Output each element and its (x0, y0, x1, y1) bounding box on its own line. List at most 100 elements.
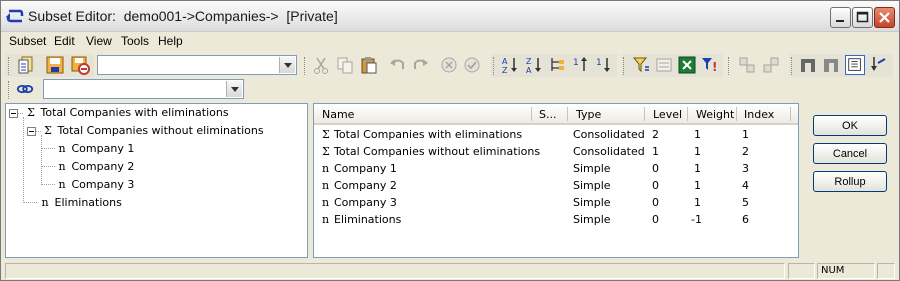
list-row[interactable]: n Eliminations Simple 0 -1 6 (314, 211, 798, 228)
menu-edit[interactable]: Edit (54, 34, 75, 48)
list-row[interactable]: Σ Total Companies without eliminations Co… (314, 143, 798, 160)
column-header-s[interactable]: S... (539, 108, 556, 121)
close-button[interactable] (874, 7, 895, 28)
sort-hierarchy-icon[interactable] (548, 55, 568, 75)
minimize-button[interactable] (830, 7, 851, 28)
row-weight: 1 (694, 196, 701, 209)
collapse-elements-icon[interactable] (761, 55, 781, 75)
delete-icon[interactable] (821, 55, 841, 75)
list-row[interactable]: Σ Total Companies with eliminations Conso… (314, 126, 798, 143)
list-row[interactable]: n Company 2 Simple 0 1 4 (314, 177, 798, 194)
toolbar-grip[interactable] (791, 57, 794, 75)
sort-alpha-asc-icon[interactable]: AZ (500, 55, 520, 75)
window-title: Subset Editor: demo001->Companies-> [Pri… (28, 8, 338, 24)
subset-name-combo[interactable] (97, 55, 297, 75)
tree-node-total-with-elims[interactable]: Σ Total Companies with eliminations (25, 106, 228, 122)
menu-tools[interactable]: Tools (121, 34, 149, 48)
cancel-button[interactable]: Cancel (813, 143, 887, 164)
row-type: Simple (573, 196, 611, 209)
toolbar-grip[interactable] (493, 57, 496, 75)
menu-help[interactable]: Help (158, 34, 183, 48)
rollup-button[interactable]: Rollup (813, 171, 887, 192)
keep-icon[interactable] (798, 55, 818, 75)
toolbar-grip[interactable] (8, 57, 11, 75)
filter-toolbar (1, 79, 899, 101)
simple-element-icon: n (322, 213, 330, 226)
column-header-index[interactable]: Index (744, 108, 774, 121)
redo-icon[interactable] (410, 55, 430, 75)
column-header-name[interactable]: Name (322, 108, 354, 121)
filter-by-expression-icon[interactable]: ! (699, 55, 719, 75)
chevron-down-icon[interactable] (226, 81, 242, 97)
subset-tree-pane[interactable]: Σ Total Companies with eliminations Σ To… (5, 103, 308, 258)
minimize-icon (836, 20, 844, 22)
excel-icon[interactable] (677, 55, 697, 75)
toolbar-grip[interactable] (728, 57, 731, 75)
simple-element-icon: n (322, 162, 330, 175)
properties-pane-icon[interactable] (845, 55, 865, 75)
toolbar-grip[interactable] (304, 57, 307, 75)
collapse-toggle[interactable] (9, 109, 18, 118)
insert-element-icon[interactable] (869, 55, 889, 75)
collapse-toggle[interactable] (27, 127, 36, 136)
open-subset-icon[interactable] (16, 55, 36, 75)
title-bar[interactable]: Subset Editor: demo001->Companies-> [Pri… (1, 1, 899, 32)
svg-text:A: A (502, 57, 508, 66)
filter-by-level-icon[interactable] (631, 55, 651, 75)
save-subset-icon[interactable] (45, 55, 65, 75)
row-index: 4 (742, 179, 749, 192)
link-icon[interactable] (16, 80, 34, 98)
subset-app-icon (6, 9, 24, 23)
maximize-button[interactable] (852, 7, 873, 28)
sort-index-desc-icon[interactable]: 1 (594, 55, 614, 75)
toolbar-grip[interactable] (8, 81, 11, 99)
tree-node-company-1[interactable]: n Company 1 (56, 142, 134, 158)
row-type: Simple (573, 162, 611, 175)
apply-icon[interactable] (462, 55, 482, 75)
sort-index-asc-icon[interactable]: 1 (571, 55, 591, 75)
svg-text:A: A (526, 66, 532, 75)
tree-node-label: Company 2 (71, 160, 135, 173)
row-type: Simple (573, 213, 611, 226)
save-as-subset-icon[interactable] (70, 55, 90, 75)
main-toolbar: AZ ZA 1 1 ! (1, 53, 899, 79)
column-header-weight[interactable]: Weight (696, 108, 734, 121)
toolbar-grip[interactable] (623, 57, 626, 75)
row-index: 2 (742, 145, 749, 158)
sort-alpha-desc-icon[interactable]: ZA (524, 55, 544, 75)
filter-by-attribute-icon[interactable] (654, 55, 674, 75)
filter-combo[interactable] (43, 79, 244, 99)
tree-node-total-without-elims[interactable]: Σ Total Companies without eliminations (42, 124, 263, 140)
cut-icon[interactable] (311, 55, 331, 75)
tree-connector (18, 113, 23, 114)
copy-icon[interactable] (335, 55, 355, 75)
chevron-down-icon[interactable] (279, 57, 295, 73)
menu-view[interactable]: View (86, 34, 112, 48)
simple-element-icon: n (58, 178, 66, 191)
simple-element-icon: n (41, 196, 49, 209)
tree-node-eliminations[interactable]: n Eliminations (39, 196, 121, 212)
row-index: 1 (742, 128, 749, 141)
expand-elements-icon[interactable] (737, 55, 757, 75)
column-header-level[interactable]: Level (653, 108, 682, 121)
element-list-pane[interactable]: Name S... Type Level Weight Index Σ Total… (313, 103, 799, 258)
tree-node-company-3[interactable]: n Company 3 (56, 178, 134, 194)
list-row[interactable]: n Company 3 Simple 0 1 5 (314, 194, 798, 211)
tree-connector (23, 117, 24, 203)
row-weight: 1 (694, 145, 701, 158)
column-header-type[interactable]: Type (576, 108, 601, 121)
tree-node-company-2[interactable]: n Company 2 (56, 160, 134, 176)
simple-element-icon: n (322, 179, 330, 192)
paste-icon[interactable] (359, 55, 379, 75)
consolidated-icon: Σ (322, 145, 330, 158)
list-row[interactable]: n Company 1 Simple 0 1 3 (314, 160, 798, 177)
menu-subset[interactable]: Subset (9, 34, 46, 48)
undo-icon[interactable] (388, 55, 408, 75)
ok-button[interactable]: OK (813, 115, 887, 136)
maximize-icon (856, 11, 869, 23)
resize-grip[interactable] (877, 263, 895, 279)
clear-icon[interactable] (439, 55, 459, 75)
row-name: Total Companies with eliminations (334, 128, 523, 141)
row-type: Consolidated (573, 145, 645, 158)
row-level: 1 (652, 145, 659, 158)
